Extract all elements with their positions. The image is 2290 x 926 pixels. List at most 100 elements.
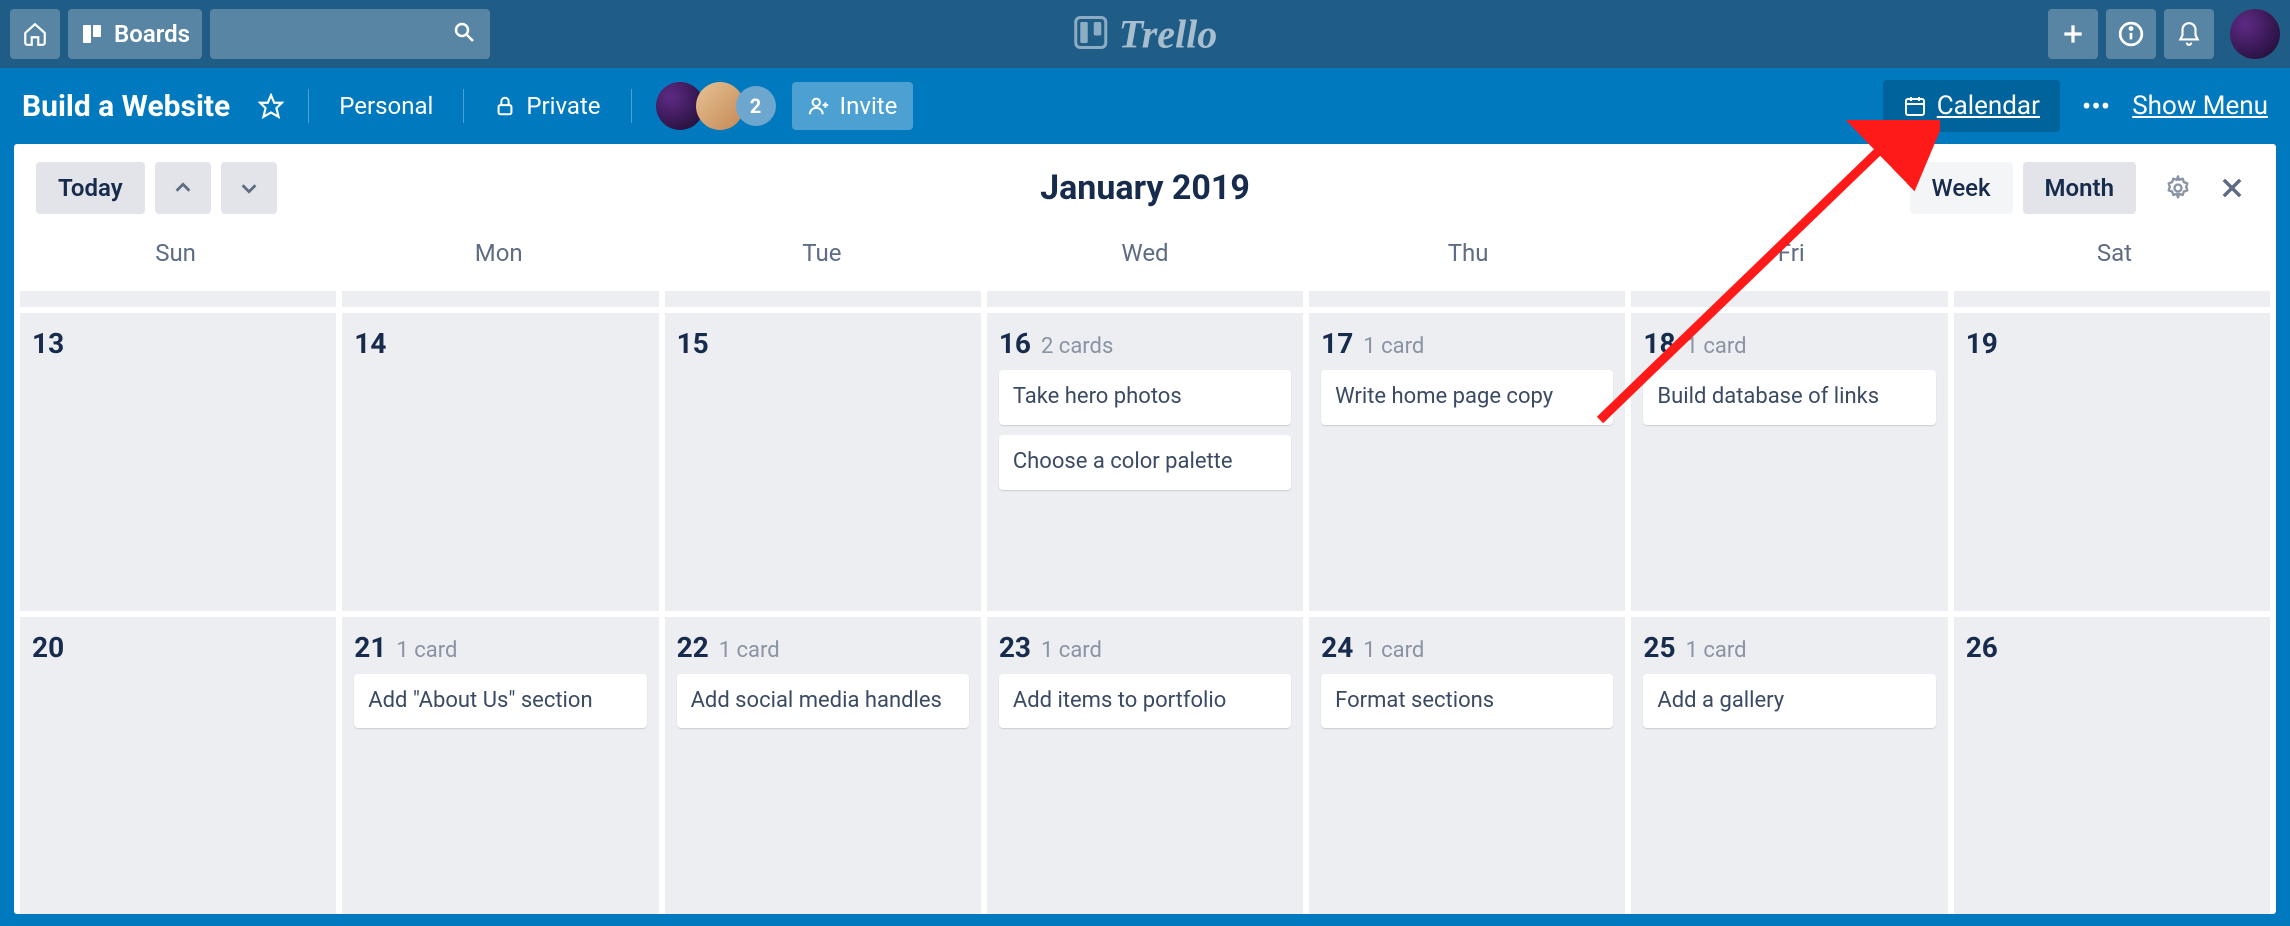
calendar-day-cell[interactable]: 15 — [665, 313, 981, 611]
user-avatar[interactable] — [2230, 9, 2280, 59]
chevron-down-icon — [238, 177, 260, 199]
workspace-button[interactable]: Personal — [323, 82, 449, 130]
day-number: 26 — [1966, 631, 1998, 664]
close-calendar-button[interactable] — [2210, 166, 2254, 210]
day-number: 13 — [32, 327, 64, 360]
calendar-day-cell[interactable]: 22 1 card Add social media handles — [665, 617, 981, 915]
calendar-grid: 13 14 15 162 cardsTake hero photosChoose a … — [14, 313, 2276, 914]
weekday-label: Tue — [660, 229, 983, 291]
day-number: 25 — [1643, 631, 1675, 664]
calendar-card[interactable]: Add social media handles — [677, 674, 969, 729]
board-title[interactable]: Build a Website — [22, 89, 230, 124]
search-icon — [452, 20, 476, 48]
prev-week-sliver — [14, 291, 2276, 313]
settings-button[interactable] — [2156, 166, 2200, 210]
card-count: 1 card — [1686, 334, 1747, 359]
day-number: 21 — [354, 631, 386, 664]
calendar-toolbar: Today January 2019 Week Month — [14, 144, 2276, 228]
divider — [463, 89, 464, 123]
calendar-icon — [1903, 94, 1927, 118]
home-icon — [22, 21, 48, 47]
weekday-label: Wed — [983, 229, 1306, 291]
next-button[interactable] — [221, 162, 277, 214]
day-number: 22 — [677, 631, 709, 664]
more-icon[interactable]: ••• — [2082, 90, 2110, 123]
weekday-label: Sun — [14, 229, 337, 291]
invite-button[interactable]: Invite — [792, 82, 914, 130]
member-count-badge[interactable]: 2 — [736, 86, 776, 126]
calendar-day-cell[interactable]: 13 — [20, 313, 336, 611]
boards-icon — [80, 22, 104, 46]
calendar-card[interactable]: Format sections — [1321, 674, 1613, 729]
calendar-day-cell[interactable]: 26 — [1954, 617, 2270, 915]
calendar-card[interactable]: Add a gallery — [1643, 674, 1935, 729]
board-header: Build a Website Personal Private 2 Invit… — [0, 68, 2290, 144]
day-number: 17 — [1321, 327, 1353, 360]
card-count: 1 card — [719, 638, 780, 663]
day-number: 16 — [999, 327, 1031, 360]
global-header: Boards Trello — [0, 0, 2290, 68]
chevron-up-icon — [172, 177, 194, 199]
invite-icon — [808, 95, 830, 117]
divider — [631, 89, 632, 123]
day-number: 24 — [1321, 631, 1353, 664]
divider — [308, 89, 309, 123]
weekday-label: Thu — [1307, 229, 1630, 291]
calendar-day-cell[interactable]: 17 1 card Write home page copy — [1309, 313, 1625, 611]
calendar-card[interactable]: Write home page copy — [1321, 370, 1613, 425]
month-view-button[interactable]: Month — [2023, 162, 2136, 214]
day-number: 23 — [999, 631, 1031, 664]
calendar-view-button[interactable]: Calendar — [1883, 80, 2060, 132]
calendar-day-cell[interactable]: 24 1 card Format sections — [1309, 617, 1625, 915]
star-icon — [258, 93, 284, 119]
star-button[interactable] — [248, 82, 294, 130]
close-icon — [2218, 174, 2246, 202]
weekday-label: Fri — [1630, 229, 1953, 291]
calendar-title: January 2019 — [1040, 168, 1250, 208]
visibility-button[interactable]: Private — [478, 82, 616, 130]
show-menu-link[interactable]: Show Menu — [2132, 91, 2268, 121]
bell-icon — [2176, 21, 2202, 47]
calendar-day-cell[interactable]: 23 1 card Add items to portfolio — [987, 617, 1303, 915]
calendar-day-cell[interactable]: 25 1 card Add a gallery — [1631, 617, 1947, 915]
calendar-card[interactable]: Add "About Us" section — [354, 674, 646, 729]
day-number: 20 — [32, 631, 64, 664]
week-view-button[interactable]: Week — [1910, 162, 2013, 214]
calendar-panel: Today January 2019 Week Month SunMonTueW… — [14, 144, 2276, 914]
day-number: 19 — [1966, 327, 1998, 360]
calendar-card[interactable]: Take hero photos — [999, 370, 1291, 425]
member-stack: 2 — [656, 82, 776, 130]
card-count: 1 card — [396, 638, 457, 663]
home-button[interactable] — [10, 9, 60, 59]
weekday-header: SunMonTueWedThuFriSat — [14, 228, 2276, 291]
calendar-card[interactable]: Build database of links — [1643, 370, 1935, 425]
calendar-day-cell[interactable]: 20 — [20, 617, 336, 915]
calendar-card[interactable]: Choose a color palette — [999, 435, 1291, 490]
card-count: 1 card — [1686, 638, 1747, 663]
calendar-day-cell[interactable]: 18 1 card Build database of links — [1631, 313, 1947, 611]
prev-button[interactable] — [155, 162, 211, 214]
calendar-day-cell[interactable]: 19 — [1954, 313, 2270, 611]
card-count: 1 card — [1041, 638, 1102, 663]
app-logo: Trello — [1073, 11, 1218, 58]
boards-label: Boards — [114, 20, 190, 48]
day-number: 14 — [354, 327, 386, 360]
weekday-label: Sat — [1953, 229, 2276, 291]
boards-button[interactable]: Boards — [68, 9, 202, 59]
notifications-button[interactable] — [2164, 9, 2214, 59]
search-input[interactable] — [210, 9, 490, 59]
calendar-card[interactable]: Add items to portfolio — [999, 674, 1291, 729]
create-button[interactable] — [2048, 9, 2098, 59]
today-button[interactable]: Today — [36, 162, 145, 214]
calendar-day-cell[interactable]: 162 cardsTake hero photosChoose a color … — [987, 313, 1303, 611]
calendar-day-cell[interactable]: 14 — [342, 313, 658, 611]
info-button[interactable] — [2106, 9, 2156, 59]
card-count: 1 card — [1363, 334, 1424, 359]
weekday-label: Mon — [337, 229, 660, 291]
calendar-day-cell[interactable]: 21 1 card Add "About Us" section — [342, 617, 658, 915]
day-number: 15 — [677, 327, 709, 360]
gear-icon — [2164, 174, 2192, 202]
day-number: 18 — [1643, 327, 1675, 360]
plus-icon — [2060, 21, 2086, 47]
card-count: 1 card — [1363, 638, 1424, 663]
